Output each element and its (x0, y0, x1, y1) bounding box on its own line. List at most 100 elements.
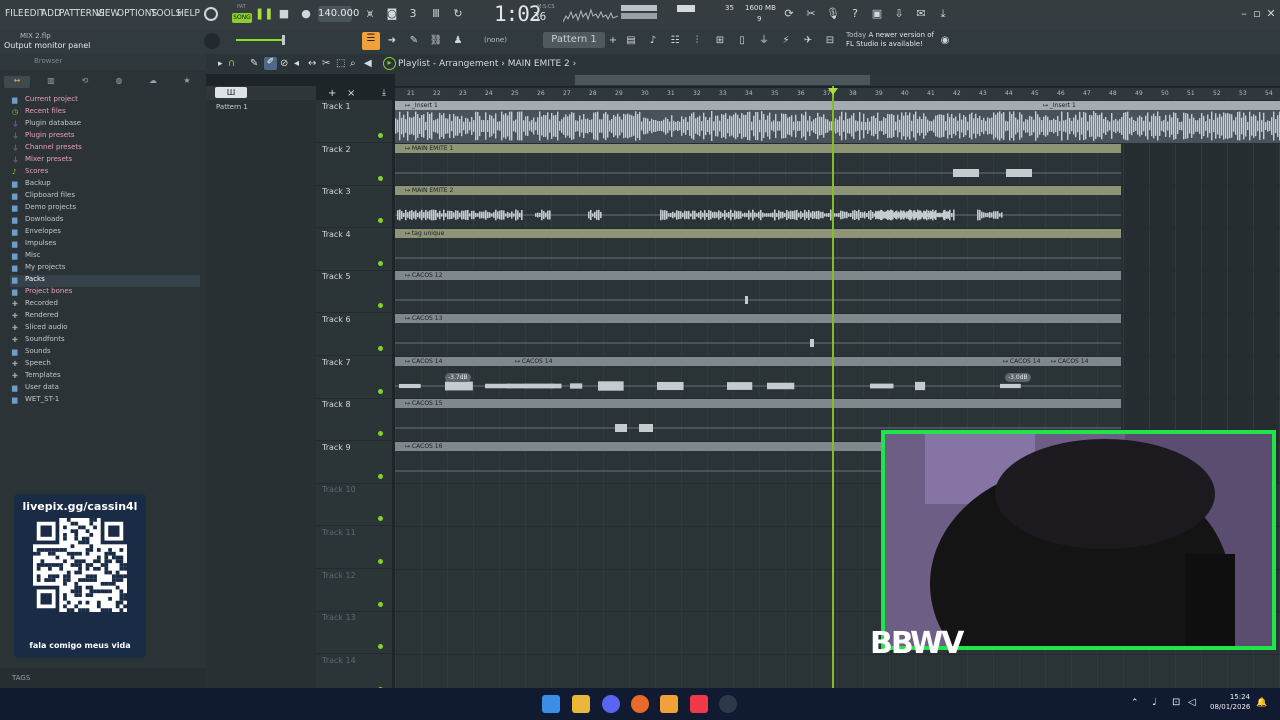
playlist-clip[interactable]: ↦ CACOS 16 (395, 441, 881, 484)
playlist-clip[interactable]: ↦ MAIN EMITE 1 (395, 143, 1121, 186)
track-name[interactable]: Track 11 (322, 528, 356, 537)
clip-label[interactable]: ↦ CACOS 12 (395, 271, 1121, 281)
draw-tool-icon[interactable]: ✎ (250, 58, 258, 69)
paint-tool-icon[interactable]: ✐ (264, 57, 277, 70)
track-name[interactable]: Track 4 (322, 230, 351, 239)
track-name[interactable]: Track 2 (322, 145, 351, 154)
browser-item[interactable]: ⏚ Channel presets (10, 143, 200, 155)
track-header[interactable]: Track 7 (316, 356, 392, 399)
track-mute-led-icon[interactable] (378, 346, 383, 351)
notification-bell-icon[interactable]: 🔔 (1256, 698, 1267, 708)
save-icon[interactable]: ▣ (869, 6, 885, 22)
countdown-icon[interactable]: 3 (405, 6, 421, 22)
link-icon[interactable]: ⛓ (429, 34, 443, 48)
track-header[interactable]: Track 4 (316, 228, 392, 271)
playhead-handle-icon[interactable] (828, 88, 838, 95)
browser-item[interactable]: ▆ My projects (10, 263, 200, 275)
refresh-icon[interactable]: ⟳ (781, 6, 797, 22)
pattern-selector[interactable]: Pattern 1 (543, 32, 605, 48)
browser-tab-star-icon[interactable]: ★ (174, 76, 200, 88)
browser-tab-cloud-icon[interactable]: ☁ (140, 76, 166, 88)
stamp-icon[interactable]: ♟ (451, 34, 465, 48)
playlist-icon-green[interactable]: ▸ (383, 57, 396, 70)
tray-mic-icon[interactable]: ♩ (1152, 697, 1157, 708)
music-app-icon[interactable] (690, 695, 708, 713)
track-mute-led-icon[interactable] (378, 175, 383, 181)
cart-icon[interactable]: ⊟ (823, 34, 837, 48)
track-header[interactable]: Track 2 (316, 143, 392, 186)
master-volume-handle[interactable] (282, 35, 285, 45)
download-icon[interactable]: ⤓ (935, 6, 951, 22)
hint-knob-icon[interactable] (204, 7, 218, 21)
bird-icon[interactable]: ✈ (801, 34, 815, 48)
tray-chevron-icon[interactable]: ⌃ (1131, 698, 1139, 708)
scroll-down-icon[interactable]: ⤓ (382, 88, 386, 98)
select-tool-icon[interactable]: ⬚ (336, 58, 345, 69)
browser-item[interactable]: ✚ Templates (10, 371, 200, 383)
browser-item[interactable]: ⏚ Plugin database (10, 119, 200, 131)
mute-tool-icon[interactable]: ◂ (294, 58, 299, 69)
track-mute-led-icon[interactable] (378, 133, 383, 138)
scale-selector[interactable]: (none) (484, 36, 507, 44)
menu-view[interactable]: VIEW (96, 8, 119, 19)
update-notice[interactable]: Today A newer version of FL Studio is av… (846, 31, 934, 49)
browser-item[interactable]: ▆ WET_ST-1 (10, 395, 200, 407)
channel-rack-icon[interactable]: ▤ (624, 34, 638, 48)
mixer-icon[interactable]: ☷ (668, 34, 682, 48)
browser-item[interactable]: ◷ Recent files (10, 107, 200, 119)
track-mute-led-icon[interactable] (378, 473, 383, 479)
browser-item[interactable]: ▆ Impulses (10, 239, 200, 251)
export-icon[interactable]: ⇩ (891, 6, 907, 22)
track-name[interactable]: Track 1 (322, 102, 351, 111)
update-icon[interactable]: ◉ (938, 34, 952, 48)
playlist-horizontal-scrollbar[interactable] (395, 74, 1280, 86)
browser-item[interactable]: ▆ Envelopes (10, 227, 200, 239)
track-header[interactable]: Track 9 (316, 441, 392, 484)
browser-item[interactable]: ▆ Backup (10, 179, 200, 191)
track-name[interactable]: Track 14 (322, 656, 356, 665)
playlist-icon[interactable]: ☰ (362, 32, 380, 50)
track-mute-led-icon[interactable] (378, 644, 383, 650)
menu-file[interactable]: FILE (5, 8, 24, 19)
remove-track-icon[interactable]: × (347, 88, 355, 99)
pattern-list-item[interactable]: Pattern 1 (216, 103, 248, 111)
steam-icon[interactable] (719, 695, 737, 713)
menu-add[interactable]: ADD (41, 8, 61, 19)
browser-tab-all-icon[interactable]: ↔ (4, 76, 30, 88)
step-edit-icon[interactable]: Ⅲ (428, 6, 444, 22)
piano-roll-icon[interactable]: ♪ (646, 34, 660, 48)
clip-label[interactable]: ↦ CACOS 16 (395, 441, 881, 451)
playlist-clip[interactable]: ↦ _Insert 1 (1033, 101, 1280, 143)
browser-item[interactable]: ▆ User data (10, 383, 200, 395)
metronome-icon[interactable]: ⩙ (362, 6, 378, 22)
record-icon[interactable]: ● (298, 6, 314, 22)
browser-item[interactable]: ✚ Recorded (10, 299, 200, 311)
clip-label[interactable]: ↦ _Insert 1 (395, 101, 1035, 110)
fl-studio-icon[interactable] (660, 695, 678, 713)
playlist-clip[interactable]: ↦ _Insert 1 (395, 101, 1035, 143)
playlist-clip[interactable]: ↦ tag unique (395, 228, 1121, 271)
track-header[interactable]: Track 12 (316, 569, 392, 612)
browser-item[interactable]: ⏚ Plugin presets (10, 131, 200, 143)
clip-label[interactable]: ↦ CACOS 14 (505, 356, 585, 366)
delete-tool-icon[interactable]: ⊘ (280, 58, 288, 69)
loop-record-icon[interactable]: ↻ (450, 6, 466, 22)
playhead-marker[interactable] (832, 86, 834, 688)
tools-icon[interactable]: ✂ (803, 6, 819, 22)
clip-label[interactable]: ↦ MAIN EMITE 1 (395, 143, 1121, 153)
track-mute-led-icon[interactable] (378, 559, 383, 564)
tags-bar[interactable]: TAGS (0, 668, 206, 688)
browser-item[interactable]: ▆ Sounds (10, 347, 200, 359)
browser-item[interactable]: ▆ Misc (10, 251, 200, 263)
track-name[interactable]: Track 3 (322, 187, 351, 196)
clipboard-icon[interactable]: ▯ (735, 34, 749, 48)
track-mute-led-icon[interactable] (378, 218, 383, 224)
file-explorer-icon[interactable] (572, 695, 590, 713)
slice-tool-icon[interactable]: ✂ (322, 58, 330, 69)
browser-item[interactable]: ▆ Project bones (10, 287, 200, 299)
slip-tool-icon[interactable]: ↔ (308, 58, 316, 69)
playback-tool-icon[interactable]: ◀ (364, 58, 372, 69)
track-mute-led-icon[interactable] (378, 601, 383, 607)
song-mode-toggle[interactable]: SONG (232, 13, 252, 23)
browser-item[interactable]: ▆ Clipboard files (10, 191, 200, 203)
